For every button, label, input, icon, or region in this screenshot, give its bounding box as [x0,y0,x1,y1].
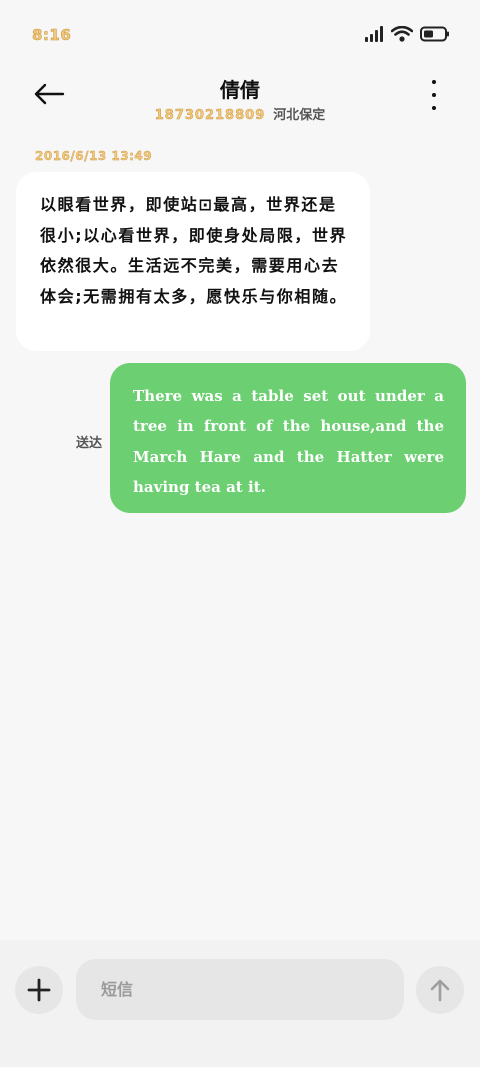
sms-input[interactable] [76,959,404,1020]
contact-name[interactable]: 倩倩 [0,74,480,103]
signal-icon [365,26,383,42]
message-timestamp: 2016/6/13 13:49 [35,149,153,163]
conversation-header: 倩倩 18730218809 河北保定 [0,66,480,136]
contact-location: 河北保定 [273,108,326,123]
wifi-icon [391,26,413,42]
status-bar: 8:16 [0,0,480,66]
send-button[interactable] [416,966,464,1014]
battery-icon [420,26,449,42]
more-vertical-icon [432,80,436,84]
contact-details: 18730218809 河北保定 [0,104,480,124]
outgoing-message-bubble[interactable]: There was a table set out under a tree i… [110,363,466,513]
add-attachment-button[interactable] [15,966,63,1014]
status-icons [364,24,450,44]
contact-phone-number: 18730218809 [154,108,266,124]
status-time: 8:16 [32,26,72,45]
delivery-status: 送达 [76,436,103,451]
incoming-message-bubble[interactable]: 以眼看世界，即使站⊡最高，世界还是很小;以心看世界，即使身处局限，世界依然很大。… [16,172,370,351]
plus-icon [27,978,51,1002]
send-arrow-icon [430,979,450,1002]
more-options-button[interactable] [424,80,444,110]
